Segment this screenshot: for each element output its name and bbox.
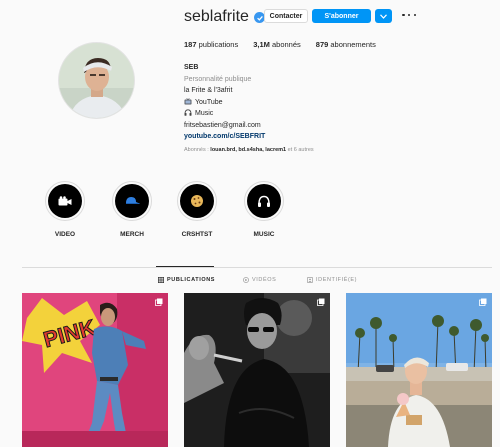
highlight-label: MERCH [120, 231, 144, 238]
follow-button[interactable]: S'abonner [312, 9, 371, 23]
profile-stats: 187 publications 3,1M abonnés 879 abonne… [184, 40, 391, 49]
highlight-video[interactable]: VIDEO [40, 181, 90, 238]
headphones-icon [184, 109, 192, 116]
post-thumbnail[interactable] [346, 293, 492, 447]
followed-by[interactable]: Abonnés : louan.brd, bd.s4sha, lacrem1 e… [184, 145, 314, 157]
profile-avatar[interactable] [58, 42, 135, 119]
post-thumbnail[interactable] [184, 293, 330, 447]
tab-publications[interactable]: PUBLICATIONS [158, 277, 215, 283]
profile-page: seblafrite Contacter S'abonner 187 publi… [0, 0, 500, 447]
highlight-label: MUSIC [253, 231, 275, 238]
highlight-crshtst[interactable]: CRSHTST [172, 181, 222, 238]
bio-name: SEB [184, 64, 199, 71]
multiple-images-icon [317, 298, 325, 306]
followers-count[interactable]: 3,1M abonnés [253, 40, 301, 49]
highlight-label: VIDEO [54, 231, 76, 238]
grid-icon [158, 277, 164, 283]
multiple-images-icon [155, 298, 163, 306]
tag-icon [307, 277, 313, 283]
tv-icon [184, 97, 192, 104]
bio-music-line: Music [184, 108, 314, 120]
active-tab-indicator [156, 266, 214, 267]
chevron-down-icon [380, 13, 387, 19]
suggested-accounts-button[interactable] [375, 9, 392, 23]
play-icon [243, 277, 249, 283]
post-thumbnail[interactable]: PINK [22, 293, 168, 447]
following-count[interactable]: 879 abonnements [316, 40, 376, 49]
highlight-label: CRSHTST [181, 231, 213, 238]
bio-email: fritsebastien@gmail.com [184, 121, 261, 129]
tab-videos[interactable]: VIDÉOS [243, 277, 276, 283]
cookie-icon [191, 195, 203, 207]
bio-line: la Frite & l'3afrit [184, 87, 233, 94]
highlight-music[interactable]: MUSIC [239, 181, 289, 238]
contact-button[interactable]: Contacter [264, 9, 308, 23]
tab-tagged[interactable]: IDENTIFIÉ(E) [307, 277, 357, 283]
headphones-icon [258, 195, 270, 207]
bio-category: Personnalité publique [184, 75, 252, 83]
bio-link[interactable]: youtube.com/c/SEBFRIT [184, 131, 314, 143]
highlight-merch[interactable]: MERCH [107, 181, 157, 238]
cap-icon [126, 197, 140, 204]
more-options-icon[interactable] [402, 9, 416, 21]
tabs-divider [22, 267, 492, 268]
profile-bio: SEB Personnalité publique la Frite & l'3… [184, 62, 314, 156]
bio-youtube-line: YouTube [184, 97, 314, 109]
posts-count: 187 publications [184, 40, 239, 49]
profile-username: seblafrite [184, 8, 249, 25]
multiple-images-icon [479, 298, 487, 306]
video-camera-icon [58, 195, 72, 205]
